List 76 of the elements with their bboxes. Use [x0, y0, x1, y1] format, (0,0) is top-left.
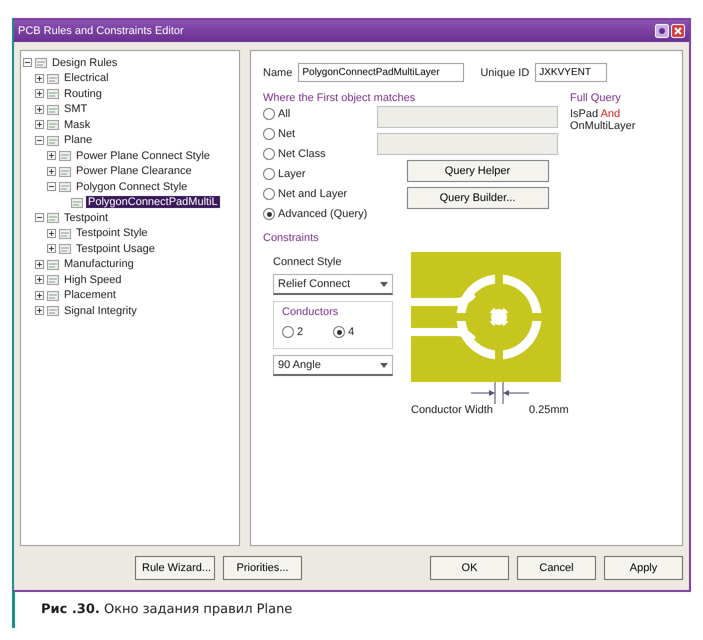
- expand-icon[interactable]: [35, 120, 44, 130]
- caret-icon: [380, 362, 388, 368]
- radio-button[interactable]: [333, 326, 346, 338]
- dimension-drawing: [469, 382, 531, 404]
- dialog-button[interactable]: Priorities...: [223, 556, 302, 580]
- tree-item[interactable]: Power Plane Clearance: [74, 165, 194, 178]
- dropdown[interactable]: 90 Angle: [273, 355, 393, 376]
- expand-icon[interactable]: [47, 228, 56, 238]
- dropdown[interactable]: Relief Connect: [273, 274, 393, 295]
- expand-icon[interactable]: [47, 166, 56, 176]
- expand-icon[interactable]: [35, 104, 44, 114]
- query-button[interactable]: Query Builder...: [406, 187, 548, 209]
- field-label: Connect Style: [273, 256, 342, 268]
- tree-item[interactable]: High Speed: [62, 274, 124, 286]
- dialog-button[interactable]: Cancel: [517, 556, 596, 580]
- dimension-label: Conductor Width: [411, 404, 493, 416]
- close-icon[interactable]: [671, 24, 685, 38]
- tree-item[interactable]: Testpoint Style: [74, 227, 150, 240]
- dimension-value: 0.25mm: [528, 404, 569, 416]
- radio-button[interactable]: [263, 148, 275, 160]
- expand-icon[interactable]: [35, 275, 44, 284]
- collapse-icon[interactable]: [47, 182, 56, 192]
- query-button[interactable]: Query Helper: [406, 160, 548, 182]
- tree-item[interactable]: Power Plane Connect Style: [74, 150, 212, 162]
- tree-item[interactable]: Signal Integrity: [62, 304, 139, 317]
- radio-label: 4: [348, 326, 354, 338]
- tree-item[interactable]: Polygon Connect Style: [74, 180, 190, 193]
- name-field[interactable]: PolygonConnectPadMultiLayer: [298, 63, 464, 82]
- collapse-icon[interactable]: [23, 58, 32, 68]
- caret-icon: [380, 282, 388, 286]
- tree-item[interactable]: Electrical: [62, 72, 111, 84]
- radio-button[interactable]: [263, 208, 275, 220]
- radio-button[interactable]: [263, 128, 275, 140]
- collapse-icon[interactable]: [35, 136, 44, 145]
- dialog-button[interactable]: Rule Wizard...: [135, 556, 215, 580]
- expand-icon[interactable]: [47, 244, 56, 254]
- expand-icon[interactable]: [35, 260, 44, 269]
- tree-item[interactable]: Mask: [62, 118, 92, 131]
- tree-item[interactable]: PolygonConnectPadMultiL: [86, 196, 220, 208]
- tree-item[interactable]: Routing: [62, 88, 104, 100]
- tree-item[interactable]: Manufacturing: [62, 258, 136, 270]
- name-label: Name: [263, 66, 292, 78]
- radio-label: Net: [278, 128, 296, 140]
- tree-item[interactable]: Design Rules: [50, 56, 120, 69]
- radio-label: All: [278, 108, 290, 120]
- window-title: PCB Rules and Constraints Editor: [18, 25, 185, 37]
- radio-button[interactable]: [263, 108, 275, 120]
- query-title: Full Query: [570, 92, 622, 104]
- radio-button[interactable]: [282, 326, 294, 338]
- group-title: Conductors: [282, 306, 340, 318]
- expand-icon[interactable]: [35, 89, 44, 98]
- group-title: Constraints: [263, 232, 320, 244]
- figure-caption: Рис .30. Окно задания правил Plane: [12, 592, 703, 628]
- dialog-button[interactable]: OK: [430, 556, 509, 580]
- group-title: Where the First object matches: [263, 92, 416, 104]
- radio-label: Layer: [278, 168, 306, 180]
- tree-item[interactable]: Placement: [62, 289, 118, 302]
- tree-item[interactable]: Testpoint: [62, 212, 110, 224]
- expand-icon[interactable]: [47, 151, 56, 160]
- id-field[interactable]: JXKVYENT: [535, 63, 608, 82]
- tree-item[interactable]: SMT: [62, 103, 90, 116]
- radio-label: Advanced (Query): [278, 208, 368, 220]
- radio-button[interactable]: [263, 188, 275, 200]
- tree-item[interactable]: Plane: [62, 134, 94, 146]
- radio-label: 2: [297, 326, 304, 338]
- expand-icon[interactable]: [35, 290, 44, 300]
- tree-item[interactable]: Testpoint Usage: [74, 242, 157, 255]
- dialog-button[interactable]: Apply: [604, 556, 683, 580]
- radio-label: Net and Layer: [278, 188, 348, 200]
- expand-icon[interactable]: [35, 306, 44, 316]
- id-label: Unique ID: [480, 66, 530, 78]
- query-text: IsPad And OnMultiLayer: [570, 108, 636, 132]
- radio-button[interactable]: [263, 168, 275, 180]
- collapse-icon[interactable]: [35, 213, 44, 222]
- radio-label: Net Class: [278, 148, 326, 160]
- expand-icon[interactable]: [35, 74, 44, 83]
